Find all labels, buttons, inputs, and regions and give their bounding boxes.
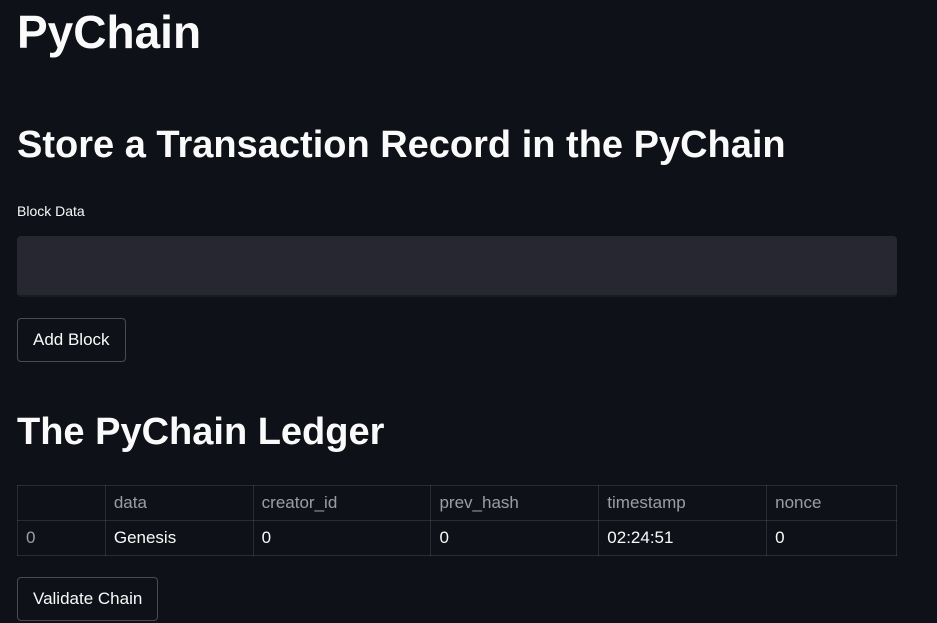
add-block-button[interactable]: Add Block <box>17 318 126 362</box>
prev-hash-cell[interactable]: 0 <box>430 520 600 556</box>
column-header-index[interactable] <box>17 485 106 521</box>
column-header-creator-id[interactable]: creator_id <box>252 485 432 521</box>
data-cell[interactable]: Genesis <box>104 520 254 556</box>
ledger-section-heading: The PyChain Ledger <box>17 411 385 453</box>
column-header-timestamp[interactable]: timestamp <box>598 485 768 521</box>
block-data-label: Block Data <box>17 203 85 219</box>
nonce-cell[interactable]: 0 <box>766 520 897 556</box>
column-header-nonce[interactable]: nonce <box>766 485 897 521</box>
timestamp-cell[interactable]: 02:24:51 <box>598 520 768 556</box>
validate-chain-button[interactable]: Validate Chain <box>17 577 159 621</box>
table-row: 0 Genesis 0 0 02:24:51 0 <box>17 520 897 556</box>
column-header-data[interactable]: data <box>104 485 254 521</box>
app-page: PyChain Store a Transaction Record in th… <box>0 0 937 623</box>
ledger-header-row: data creator_id prev_hash timestamp nonc… <box>17 485 897 521</box>
row-index-cell[interactable]: 0 <box>17 520 106 556</box>
ledger-table: data creator_id prev_hash timestamp nonc… <box>17 485 897 556</box>
block-data-input[interactable] <box>17 236 897 297</box>
column-header-prev-hash[interactable]: prev_hash <box>430 485 600 521</box>
app-title: PyChain <box>17 6 202 58</box>
store-section-heading: Store a Transaction Record in the PyChai… <box>17 124 786 166</box>
creator-id-cell[interactable]: 0 <box>252 520 432 556</box>
